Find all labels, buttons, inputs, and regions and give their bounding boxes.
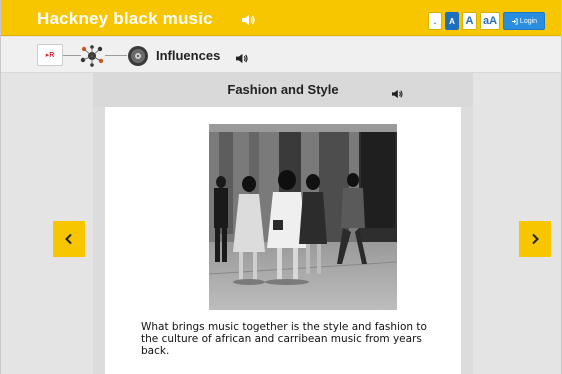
chevron-right-icon [532, 233, 539, 245]
card-title: Fashion and Style [227, 82, 339, 97]
login-label: Login [519, 17, 538, 25]
card-caption: What brings music together is the style … [141, 321, 427, 357]
text-size-large-button[interactable]: aA [480, 12, 500, 30]
breadcrumb-connector [63, 55, 81, 56]
text-size-medium-button[interactable]: A [462, 12, 477, 30]
speaker-icon[interactable] [241, 11, 255, 29]
chevron-left-icon [65, 233, 72, 245]
speaker-icon[interactable] [235, 50, 248, 68]
logo-text: ▸R [45, 52, 55, 59]
breadcrumb-network-icon[interactable] [80, 45, 104, 67]
text-size-tiny-button[interactable]: . [428, 12, 442, 30]
breadcrumb-record-icon[interactable] [127, 45, 149, 67]
app-window: Hackney black music . A A aA Login ▸R In… [0, 0, 562, 374]
breadcrumb-connector [105, 55, 127, 56]
header-bar: Hackney black music . A A aA Login [1, 0, 561, 36]
text-size-small-button[interactable]: A [445, 12, 459, 30]
app-title: Hackney black music [37, 9, 213, 28]
next-button[interactable] [519, 221, 551, 257]
speaker-icon[interactable] [391, 85, 403, 103]
fashion-photo [209, 124, 397, 310]
login-icon [511, 17, 518, 25]
login-button[interactable]: Login [503, 12, 545, 30]
previous-button[interactable] [53, 221, 85, 257]
breadcrumb: ▸R Influences [1, 37, 561, 73]
breadcrumb-home-logo[interactable]: ▸R [37, 44, 63, 66]
card-header: Fashion and Style [93, 73, 473, 107]
breadcrumb-current-label: Influences [156, 48, 221, 63]
